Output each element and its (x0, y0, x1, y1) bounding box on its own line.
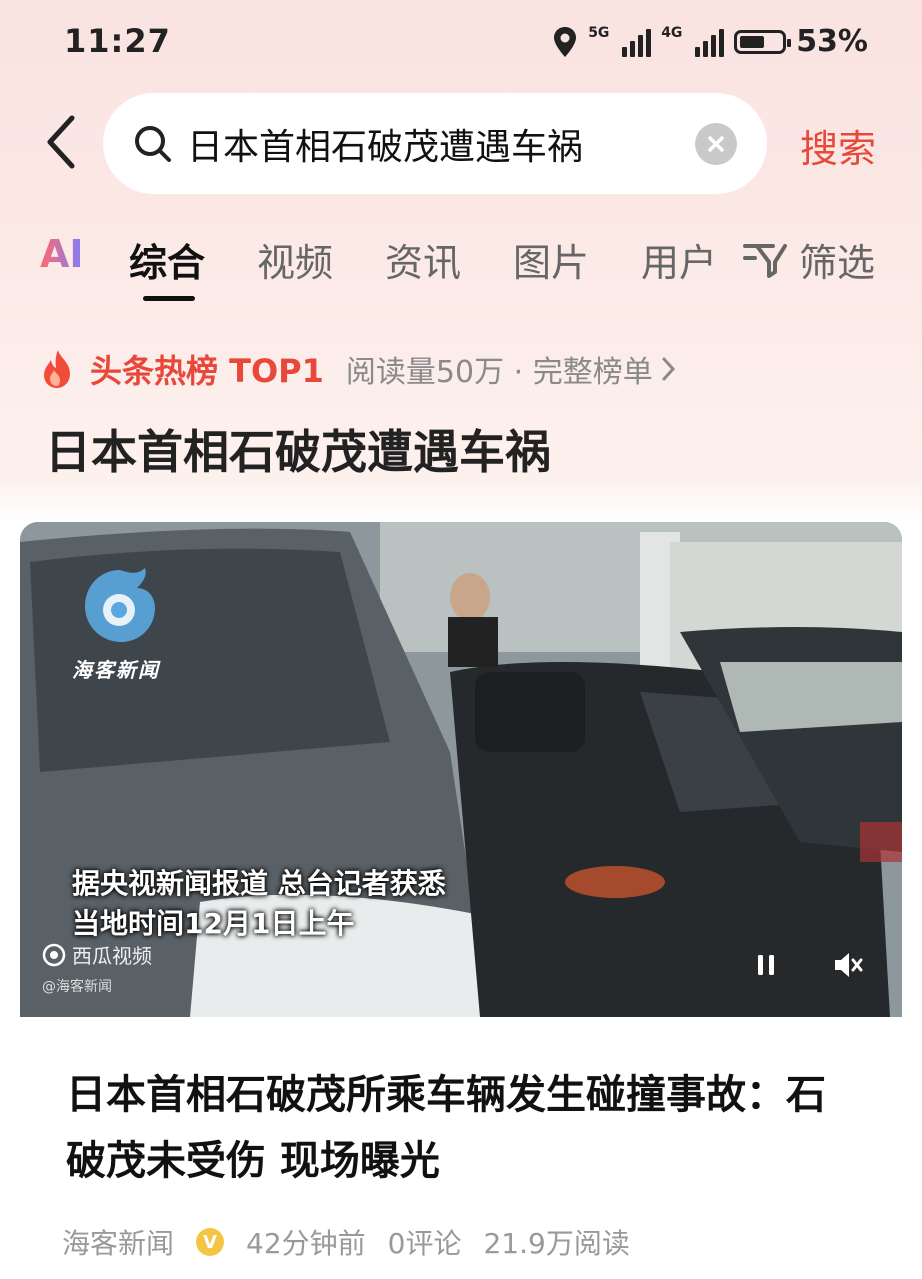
hot-list-banner[interactable]: 头条热榜 TOP1 阅读量50万 · 完整榜单 (40, 346, 677, 392)
status-icons: 5G 4G 53% (552, 24, 868, 59)
pause-button[interactable] (733, 932, 799, 998)
author-name[interactable]: 海客新闻 (62, 1222, 174, 1262)
publish-time: 42分钟前 (246, 1227, 366, 1260)
search-input[interactable]: 日本首相石破茂遭遇车祸 (103, 93, 767, 194)
source-small-watermark: @海客新闻 (42, 979, 112, 995)
hot-list-meta: 阅读量50万 · 完整榜单 (345, 355, 653, 390)
video-player[interactable]: 海客新闻 据央视新闻报道 总台记者获悉 当地时间12月1日上午 西瓜视频 @海客… (20, 522, 902, 1017)
flame-icon (44, 350, 70, 388)
search-button[interactable]: 搜索 (800, 118, 876, 173)
status-bar: 11:27 5G 4G 53% (0, 0, 922, 86)
back-arrow-icon[interactable] (42, 112, 82, 172)
status-time: 11:27 (64, 22, 171, 60)
filter-button[interactable]: 筛选 (743, 232, 875, 287)
haike-logo-icon (85, 568, 155, 642)
battery-percent: 53% (796, 24, 868, 59)
video-caption-line1: 据央视新闻报道 总台记者获悉 (72, 867, 446, 900)
muted-speaker-icon (835, 953, 863, 977)
tab-images[interactable]: 图片 (513, 232, 589, 287)
video-caption-line2: 当地时间12月1日上午 (72, 907, 355, 940)
location-icon (554, 26, 577, 57)
search-icon (135, 125, 171, 162)
pause-icon (758, 955, 774, 975)
active-tab-indicator (143, 296, 195, 301)
hot-list-title: 头条热榜 TOP1 (90, 352, 324, 390)
xigua-logo-icon (42, 943, 66, 966)
signal-5g-icon: 5G (588, 25, 652, 57)
read-count: 21.9万阅读 (483, 1227, 630, 1260)
search-query: 日本首相石破茂遭遇车祸 (187, 126, 584, 168)
clear-search-button[interactable] (695, 122, 737, 165)
battery-icon (734, 29, 792, 54)
filter-label: 筛选 (799, 241, 876, 285)
article-meta: 海客新闻 V 42分钟前 0评论 21.9万阅读 (62, 1222, 630, 1262)
tab-users[interactable]: 用户 (641, 232, 717, 287)
mute-button[interactable] (815, 932, 881, 998)
source-watermark: 西瓜视频 (42, 940, 152, 969)
close-icon (708, 135, 724, 152)
article-title[interactable]: 日本首相石破茂所乘车辆发生碰撞事故：石破茂未受伤 现场曝光 (66, 1062, 846, 1194)
signal-4g-icon: 4G (661, 25, 725, 57)
topic-headline[interactable]: 日本首相石破茂遭遇车祸 (45, 416, 551, 482)
filter-icon (743, 243, 787, 278)
tab-video[interactable]: 视频 (257, 232, 333, 287)
tab-news[interactable]: 资讯 (385, 232, 461, 287)
tab-ai[interactable]: AI (40, 232, 84, 276)
verified-badge-icon: V (196, 1228, 225, 1256)
chevron-right-icon (662, 357, 675, 381)
tab-comprehensive[interactable]: 综合 (129, 232, 205, 287)
watermark-brand: 海客新闻 (72, 658, 160, 682)
comment-count: 0评论 (387, 1227, 462, 1260)
news-card[interactable]: 海客新闻 据央视新闻报道 总台记者获悉 当地时间12月1日上午 西瓜视频 @海客… (20, 522, 902, 1279)
